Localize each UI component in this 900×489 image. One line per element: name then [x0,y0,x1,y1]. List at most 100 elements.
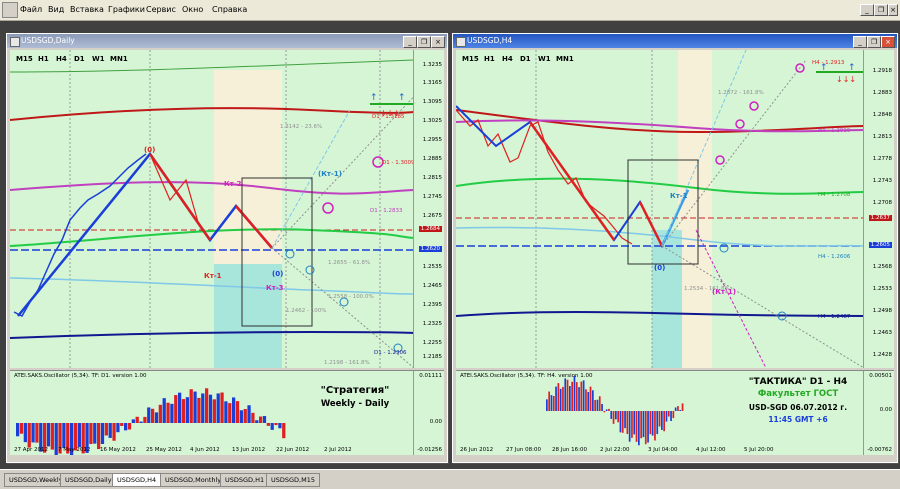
highlight-zone-cyan [652,230,682,368]
tab-m15[interactable]: USDSGD,M15 [266,473,321,487]
price-tick: 1.3235 [422,62,442,68]
chart-tab-bar: USDSGD,Weekly USDSGD,Daily USDSGD,H4 USD… [0,469,900,489]
price-chart-h4[interactable]: ↑ ↑ ↓↓↓ M15 H1 H4 D1 W1 MN1 H4 - 1.2913 … [456,50,894,368]
price-tick: 1.2708 [872,200,892,206]
oscillator-bar [239,410,243,423]
h4-chart-svg: ↑ ↑ ↓↓↓ [456,50,865,368]
menu-tools[interactable]: Сервис [146,5,176,14]
caption-tactics: "ТАКТИКА" D1 - H4 [748,377,848,387]
tf-h1[interactable]: H1 [38,55,49,63]
oscillator-bar [282,423,286,439]
oscillator-bar [120,423,124,427]
close-button[interactable]: × [881,36,895,48]
oscillator-bar [220,392,224,423]
app-restore-button[interactable]: ❐ [874,4,888,16]
tab-weekly[interactable]: USDSGD,Weekly [4,473,68,487]
oscillator-bar [642,411,645,438]
caption-strategy: "Стратегия" [320,385,390,396]
oscillator-bar [587,391,590,411]
tab-monthly[interactable]: USDSGD,Monthly [160,473,227,487]
menu-bar: Файл Вид Вставка Графики Сервис Окно Спр… [0,0,900,21]
titlebar-h4[interactable]: USDSGD,H4 _ ❐ × [453,34,897,48]
x-tick: 2 Jul 22:00 [600,447,630,453]
x-tick: 2 Jul 2012 [324,447,352,453]
tf-mn1[interactable]: MN1 [556,55,574,63]
oscillator-bar [46,423,51,447]
price-tick: 1.2675 [422,213,442,219]
osc-tick: -0.01256 [417,447,442,453]
tf-mn1[interactable]: MN1 [110,55,128,63]
close-button[interactable]: × [431,36,445,48]
oscillator-bar [23,423,27,443]
menu-view[interactable]: Вид [48,5,64,14]
chart-window-h4[interactable]: USDSGD,H4 _ ❐ × ↑ ↑ ↓↓↓ M15 H1 H4 D1 W1 … [452,33,898,463]
oscillator-bar [619,411,622,433]
price-tick: 1.2918 [872,68,892,74]
price-blue: 1.2620 [418,246,442,252]
tab-h4[interactable]: USDSGD,H4 [112,473,162,487]
tf-h4[interactable]: H4 [56,55,67,63]
oscillator-bar [216,393,220,423]
oscillator-bar [564,378,567,411]
oscillator-bar [212,399,216,423]
oscillator-bar [573,376,576,411]
tab-h1[interactable]: USDSGD,H1 [220,473,270,487]
restore-button[interactable]: ❐ [417,36,431,48]
restore-button[interactable]: ❐ [867,36,881,48]
level-fib-x: 1.2198 - 161.8% [324,360,370,366]
oscillator-bar [644,411,647,445]
tf-m15[interactable]: M15 [462,55,479,63]
price-axis-daily[interactable]: 1.3235 1.3165 1.3095 1.3025 1.2955 1.288… [413,50,444,368]
oscillator-bar [185,397,189,423]
tf-d1[interactable]: D1 [74,55,85,63]
titlebar-daily[interactable]: USDSGD,Daily _ ❐ × [7,34,447,48]
oscillator-bar [631,411,633,438]
app-close-button[interactable]: × [888,4,898,16]
tf-d1[interactable]: D1 [520,55,531,63]
menu-help[interactable]: Справка [212,5,247,14]
oscillator-bar [592,390,594,411]
minimize-button[interactable]: _ [853,36,867,48]
level-h4-bottom: H4 - 1.2487 [818,314,851,320]
app-minimize-button[interactable]: _ [860,4,874,16]
minimize-button[interactable]: _ [403,36,417,48]
chart-window-daily[interactable]: USDSGD,Daily _ ❐ × ↑ ↑ ↓↓↓ M15 H1 H4 D1 … [6,33,448,463]
oscillator-bar [262,416,267,423]
label-zero: (0) [654,264,666,272]
menu-charts[interactable]: Графики [108,5,145,14]
price-tick: 1.2255 [422,340,442,346]
price-tick: 1.2535 [422,264,442,270]
oscillator-bar [624,411,626,429]
x-tick: 4 Jun 2012 [190,447,220,453]
menu-insert[interactable]: Вставка [70,5,104,14]
oscillator-bar [174,395,178,423]
oscillator-bar [569,386,571,411]
oscillator-bar [270,423,274,430]
oscillator-bar [612,411,615,424]
oscillator-bar [640,411,642,439]
tab-daily[interactable]: USDSGD,Daily [60,473,117,487]
menu-window[interactable]: Окно [182,5,203,14]
oscillator-bar [259,416,263,423]
tf-m15[interactable]: M15 [16,55,33,63]
oscillator-bar [16,423,20,437]
label-kt1: Кт-1 [204,272,222,280]
price-tick: 1.2883 [872,90,892,96]
oscillator-bar [559,388,562,411]
oscillator-bar [677,406,679,411]
price-axis-h4[interactable]: 1.2918 1.2883 1.2848 1.2813 1.2778 1.274… [863,50,894,368]
oscillator-bar [235,401,240,423]
oscillator-bar [112,423,116,441]
tf-h1[interactable]: H1 [484,55,495,63]
price-chart-daily[interactable]: ↑ ↑ ↓↓↓ M15 H1 H4 D1 W1 MN1 D1 - 1.3185 … [10,50,444,368]
tf-h4[interactable]: H4 [502,55,513,63]
oscillator-bar [575,382,578,411]
oscillator-h4[interactable]: ATEI.SAKS.Oscillator (5,34). TF: H4. ver… [456,370,894,455]
tf-w1[interactable]: W1 [92,55,105,63]
oscillator-bar [594,400,596,411]
label-kt2: Кт-2 [224,180,242,188]
oscillator-daily[interactable]: ATEI.SAKS.Oscillator (5,34). TF: D1. ver… [10,370,444,455]
arrow-up-icon: ↑ [370,93,378,103]
menu-file[interactable]: Файл [20,5,42,14]
tf-w1[interactable]: W1 [538,55,551,63]
